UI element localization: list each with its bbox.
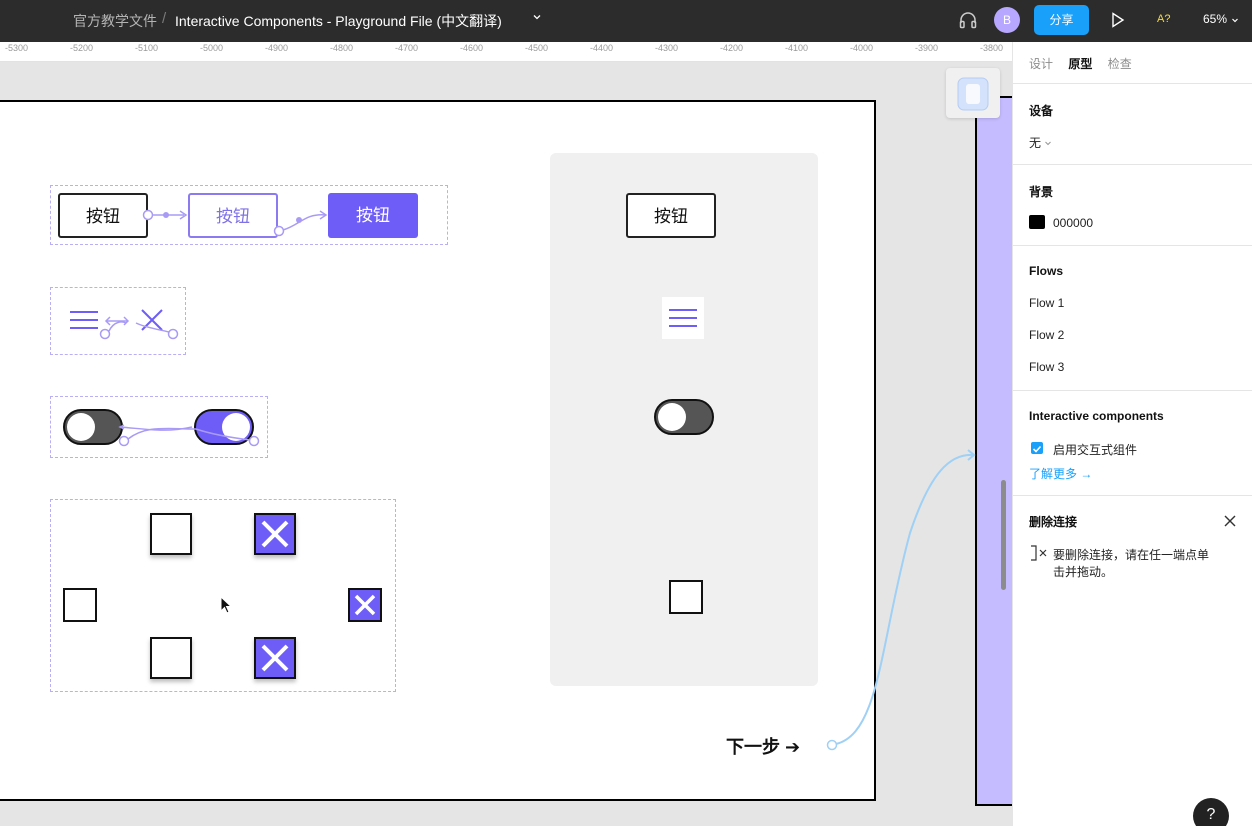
arrow-right-icon: ➔ — [785, 737, 801, 757]
toggle-off[interactable] — [63, 409, 123, 445]
flow-item[interactable]: Flow 2 — [1029, 328, 1064, 342]
ruler-tick: -4500 — [525, 43, 549, 53]
panel-tabs: 设计 原型 检查 — [1029, 55, 1144, 72]
properties-panel: 设计 原型 检查 设备 无 背景 000000 Flows Flow 1 Flo… — [1012, 42, 1252, 826]
button-default[interactable]: 按钮 — [58, 193, 148, 238]
button-instance[interactable]: 按钮 — [626, 193, 716, 238]
ruler-tick: -4100 — [785, 43, 809, 53]
hamburger-icon — [669, 309, 697, 327]
help-button[interactable]: ? — [1193, 798, 1229, 826]
ruler-tick: -3900 — [915, 43, 939, 53]
flows-title: Flows — [1029, 264, 1064, 278]
flow-item[interactable]: Flow 3 — [1029, 360, 1064, 374]
frame-thumbnail[interactable] — [946, 68, 1000, 118]
close-icon — [261, 520, 289, 548]
accessibility-badge[interactable]: A? — [1157, 13, 1170, 25]
interactive-components-title: Interactive components — [1029, 409, 1164, 423]
ruler-tick: -3800 — [980, 43, 1004, 53]
checkbox-unchecked[interactable] — [63, 588, 97, 622]
toggle-knob — [67, 413, 95, 441]
ruler-tick: -5100 — [135, 43, 159, 53]
device-title: 设备 — [1029, 104, 1054, 118]
checkmark-icon — [1032, 445, 1042, 453]
close-icon — [261, 644, 289, 672]
ruler-tick: -5300 — [5, 43, 29, 53]
delete-hint-line2: 击并拖动。 — [1053, 565, 1114, 579]
chevron-down-icon — [1232, 18, 1238, 23]
breadcrumb-folder[interactable]: 官方教学文件 — [73, 11, 157, 31]
next-step-link[interactable]: 下一步 ➔ — [726, 733, 800, 759]
vertical-scrollbar[interactable] — [1001, 480, 1006, 590]
headphones-icon[interactable] — [958, 10, 978, 30]
checkbox-unchecked[interactable] — [150, 637, 192, 679]
components-icon — [957, 77, 989, 111]
zoom-dropdown[interactable]: 65% — [1203, 12, 1239, 26]
prototype-connection[interactable] — [116, 419, 266, 449]
share-button[interactable]: 分享 — [1034, 5, 1089, 35]
enable-interactive-checkbox[interactable] — [1031, 442, 1043, 454]
file-title[interactable]: Interactive Components - Playground File… — [175, 11, 502, 31]
background-title: 背景 — [1029, 185, 1054, 199]
background-hex[interactable]: 000000 — [1053, 216, 1093, 230]
top-bar: 官方教学文件 / Interactive Components - Playgr… — [0, 0, 1252, 42]
checkbox-checked[interactable] — [348, 588, 382, 622]
close-icon[interactable] — [1224, 515, 1236, 527]
background-swatch[interactable] — [1029, 215, 1045, 229]
delete-connection-title: 删除连接 — [1029, 515, 1078, 529]
menu-toggle-variants[interactable] — [66, 307, 186, 347]
tab-prototype[interactable]: 原型 — [1068, 57, 1092, 71]
ruler-tick: -4600 — [460, 43, 484, 53]
next-frame[interactable] — [975, 96, 1012, 806]
menu-instance[interactable] — [662, 297, 704, 339]
ruler-tick: -4400 — [590, 43, 614, 53]
ruler-tick: -4200 — [720, 43, 744, 53]
close-icon — [354, 594, 376, 616]
flows-section: Flows Flow 1 Flow 2 Flow 3 — [1013, 245, 1252, 390]
chevron-down-icon[interactable] — [532, 12, 542, 22]
checkbox-instance[interactable] — [669, 580, 703, 614]
device-value: 无 — [1029, 136, 1042, 150]
hamburger-icon — [70, 311, 98, 329]
ruler-tick: -4700 — [395, 43, 419, 53]
delete-connection-section: 删除连接 要删除连接，请在任一端点单 击并拖动。 — [1013, 495, 1252, 826]
ruler-tick: -4900 — [265, 43, 289, 53]
disconnect-icon — [1031, 545, 1047, 561]
flow-item[interactable]: Flow 1 — [1029, 296, 1064, 310]
button-pressed[interactable]: 按钮 — [328, 193, 418, 238]
horizontal-ruler: -5300 -5200 -5100 -5000 -4900 -4800 -470… — [0, 42, 1012, 62]
avatar[interactable]: B — [994, 7, 1020, 33]
zoom-value: 65% — [1203, 12, 1228, 26]
device-select[interactable]: 无 — [1029, 134, 1052, 151]
toggle-instance[interactable] — [654, 399, 714, 435]
breadcrumb-separator: / — [162, 10, 167, 27]
prototype-connection[interactable] — [140, 203, 340, 243]
background-section: 背景 000000 — [1013, 164, 1252, 245]
tab-inspect[interactable]: 检查 — [1108, 57, 1132, 71]
learn-more-link[interactable]: 了解更多 → — [1029, 465, 1092, 482]
device-section: 设备 无 — [1013, 83, 1252, 164]
tab-design[interactable]: 设计 — [1029, 57, 1053, 71]
next-step-label: 下一步 — [726, 737, 780, 757]
checkbox-checked[interactable] — [254, 637, 296, 679]
ruler-tick: -4000 — [850, 43, 874, 53]
chevron-down-icon — [1045, 141, 1052, 146]
play-icon[interactable] — [1111, 12, 1125, 28]
ruler-tick: -4800 — [330, 43, 354, 53]
interactive-components-section: Interactive components 启用交互式组件 了解更多 → — [1013, 390, 1252, 495]
delete-hint-line1: 要删除连接，请在任一端点单 — [1053, 548, 1210, 562]
canvas[interactable]: us 按钮 按钮 按钮 — [0, 63, 1012, 826]
checkbox-unchecked[interactable] — [150, 513, 192, 555]
toggle-knob — [658, 403, 686, 431]
enable-interactive-label[interactable]: 启用交互式组件 — [1053, 441, 1137, 458]
checkbox-checked[interactable] — [254, 513, 296, 555]
mouse-cursor-icon — [220, 596, 232, 614]
ruler-tick: -5200 — [70, 43, 94, 53]
ruler-tick: -4300 — [655, 43, 679, 53]
ruler-tick: -5000 — [200, 43, 224, 53]
prototype-connection[interactable] — [820, 443, 980, 753]
